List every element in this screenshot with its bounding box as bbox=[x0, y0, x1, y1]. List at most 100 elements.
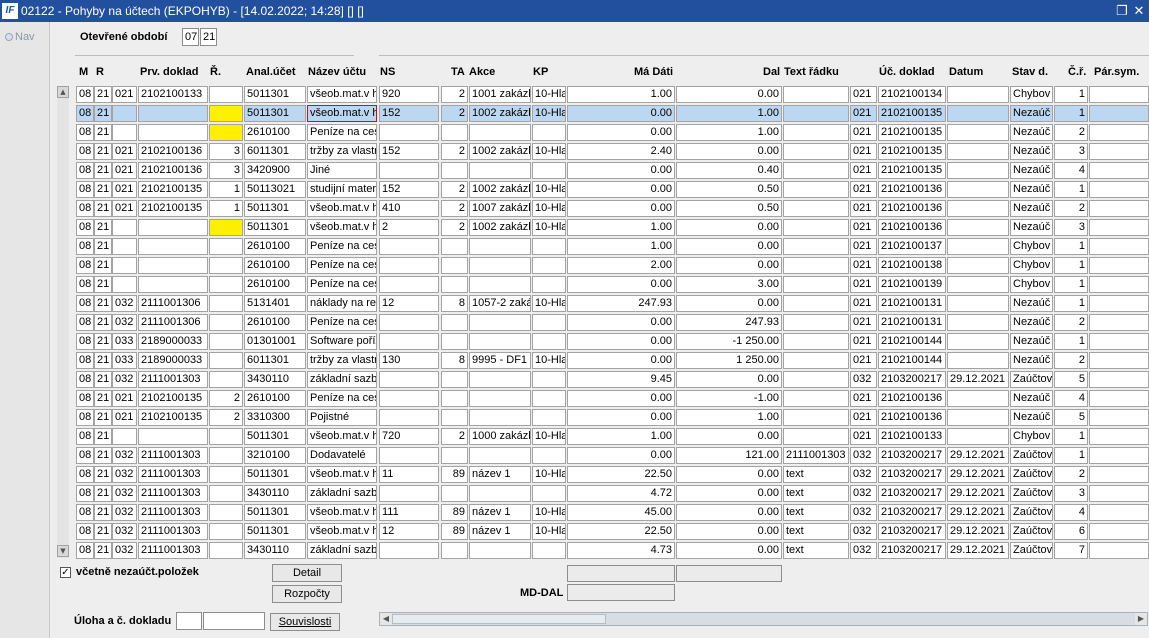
cell-cr[interactable]: 2 bbox=[1054, 352, 1088, 369]
cell-stav[interactable]: Nezaúč bbox=[1010, 295, 1053, 312]
cell-c3[interactable]: 021 bbox=[112, 162, 137, 179]
cell-ns[interactable]: 720 bbox=[379, 428, 439, 445]
cell-text[interactable] bbox=[783, 352, 849, 369]
cell-prv[interactable]: 2102100135 bbox=[138, 409, 208, 426]
cell-r[interactable]: 21 bbox=[94, 238, 112, 255]
cell-r[interactable]: 21 bbox=[94, 295, 112, 312]
cell-text[interactable] bbox=[783, 295, 849, 312]
nav-button[interactable]: Nav bbox=[5, 31, 35, 43]
cell-ns[interactable]: 410 bbox=[379, 200, 439, 217]
column-header[interactable]: Má Dáti bbox=[634, 66, 673, 78]
cell-prv[interactable]: 2111001303 bbox=[138, 466, 208, 483]
cell-nazev[interactable]: Dodavatelé bbox=[307, 447, 377, 464]
cell-r[interactable]: 21 bbox=[94, 485, 112, 502]
cell-uc2[interactable]: 2102100131 bbox=[878, 295, 946, 312]
cell-uc2[interactable]: 2102100136 bbox=[878, 409, 946, 426]
cell-text[interactable] bbox=[783, 181, 849, 198]
cell-prv[interactable]: 2102100135 bbox=[138, 390, 208, 407]
cell-par[interactable] bbox=[1089, 371, 1149, 388]
relations-button[interactable]: Souvislosti bbox=[270, 613, 340, 631]
cell-md[interactable]: 22.50 bbox=[567, 523, 675, 540]
cell-md[interactable]: 9.45 bbox=[567, 371, 675, 388]
cell-datum[interactable] bbox=[947, 352, 1009, 369]
cell-c3[interactable]: 032 bbox=[112, 295, 137, 312]
cell-ta[interactable] bbox=[441, 409, 468, 426]
cell-akce[interactable]: 1002 zakázka bbox=[469, 219, 531, 236]
cell-dal[interactable]: -1.00 bbox=[676, 390, 782, 407]
cell-kp[interactable] bbox=[532, 390, 566, 407]
cell-ta[interactable]: 2 bbox=[441, 181, 468, 198]
cell-ta[interactable] bbox=[441, 276, 468, 293]
cell-nazev[interactable]: všeob.mat.v hot bbox=[307, 523, 377, 540]
cell-anal[interactable]: 3430110 bbox=[244, 542, 306, 559]
cell-datum[interactable] bbox=[947, 390, 1009, 407]
cell-akce[interactable]: 1002 zakázka bbox=[469, 181, 531, 198]
column-header[interactable]: KP bbox=[533, 66, 548, 78]
cell-akce[interactable]: 1002 zakázka bbox=[469, 143, 531, 160]
cell-anal[interactable]: 5011301 bbox=[244, 428, 306, 445]
cell-uc2[interactable]: 2103200217 bbox=[878, 523, 946, 540]
vertical-scrollbar[interactable]: ▲ ▼ bbox=[57, 86, 69, 558]
cell-stav[interactable]: Zaúčtov bbox=[1010, 466, 1053, 483]
cell-nazev[interactable]: základní sazba bbox=[307, 542, 377, 559]
cell-kp[interactable]: 10-Hla bbox=[532, 352, 566, 369]
cell-kp[interactable] bbox=[532, 314, 566, 331]
cell-uc1[interactable]: 032 bbox=[850, 504, 877, 521]
cell-akce[interactable] bbox=[469, 447, 531, 464]
cell-c3[interactable]: 021 bbox=[112, 143, 137, 160]
cell-cr[interactable]: 2 bbox=[1054, 314, 1088, 331]
cell-dal[interactable]: 121.00 bbox=[676, 447, 782, 464]
cell-c3[interactable]: 032 bbox=[112, 447, 137, 464]
cell-nazev[interactable]: náklady na repre bbox=[307, 295, 377, 312]
cell-datum[interactable] bbox=[947, 143, 1009, 160]
cell-kp[interactable] bbox=[532, 238, 566, 255]
cell-cr[interactable]: 4 bbox=[1054, 504, 1088, 521]
cell-nazev[interactable]: všeob.mat.v hot bbox=[307, 105, 377, 122]
cell-md[interactable]: 0.00 bbox=[567, 181, 675, 198]
cell-cr[interactable]: 1 bbox=[1054, 295, 1088, 312]
cell-ns[interactable]: 152 bbox=[379, 143, 439, 160]
cell-kp[interactable]: 10-Hla bbox=[532, 295, 566, 312]
cell-datum[interactable] bbox=[947, 333, 1009, 350]
cell-dal[interactable]: 3.00 bbox=[676, 276, 782, 293]
cell-nazev[interactable]: základní sazba bbox=[307, 485, 377, 502]
cell-ri[interactable] bbox=[209, 219, 243, 236]
cell-nazev[interactable]: Peníze na cestě bbox=[307, 276, 377, 293]
cell-akce[interactable] bbox=[469, 371, 531, 388]
cell-stav[interactable]: Chybov bbox=[1010, 257, 1053, 274]
cell-m[interactable]: 08 bbox=[76, 466, 94, 483]
cell-uc1[interactable]: 032 bbox=[850, 485, 877, 502]
cell-cr[interactable]: 2 bbox=[1054, 124, 1088, 141]
cell-ns[interactable]: 11 bbox=[379, 466, 439, 483]
cell-m[interactable]: 08 bbox=[76, 371, 94, 388]
cell-par[interactable] bbox=[1089, 295, 1149, 312]
cell-cr[interactable]: 3 bbox=[1054, 143, 1088, 160]
column-header[interactable]: R bbox=[96, 66, 104, 78]
cell-anal[interactable]: 3430110 bbox=[244, 485, 306, 502]
cell-datum[interactable]: 29.12.2021 bbox=[947, 466, 1009, 483]
cell-c3[interactable]: 021 bbox=[112, 390, 137, 407]
cell-m[interactable]: 08 bbox=[76, 219, 94, 236]
cell-stav[interactable]: Nezaúč bbox=[1010, 409, 1053, 426]
cell-cr[interactable]: 4 bbox=[1054, 162, 1088, 179]
task-field[interactable] bbox=[176, 612, 202, 630]
cell-ns[interactable] bbox=[379, 124, 439, 141]
cell-kp[interactable] bbox=[532, 162, 566, 179]
cell-nazev[interactable]: studijní materiál bbox=[307, 181, 377, 198]
cell-akce[interactable]: název 1 bbox=[469, 504, 531, 521]
budgets-button[interactable]: Rozpočty bbox=[272, 585, 342, 603]
cell-anal[interactable]: 2610100 bbox=[244, 314, 306, 331]
cell-datum[interactable] bbox=[947, 295, 1009, 312]
cell-text[interactable]: text bbox=[783, 523, 849, 540]
cell-dal[interactable]: 0.50 bbox=[676, 181, 782, 198]
cell-dal[interactable]: 0.00 bbox=[676, 485, 782, 502]
cell-datum[interactable]: 29.12.2021 bbox=[947, 542, 1009, 559]
cell-stav[interactable]: Chybov bbox=[1010, 428, 1053, 445]
cell-cr[interactable]: 1 bbox=[1054, 276, 1088, 293]
cell-text[interactable] bbox=[783, 371, 849, 388]
cell-cr[interactable]: 3 bbox=[1054, 219, 1088, 236]
cell-uc1[interactable]: 021 bbox=[850, 162, 877, 179]
column-header[interactable]: Text řádku bbox=[784, 66, 839, 78]
cell-kp[interactable]: 10-Hla bbox=[532, 105, 566, 122]
cell-dal[interactable]: 0.00 bbox=[676, 257, 782, 274]
